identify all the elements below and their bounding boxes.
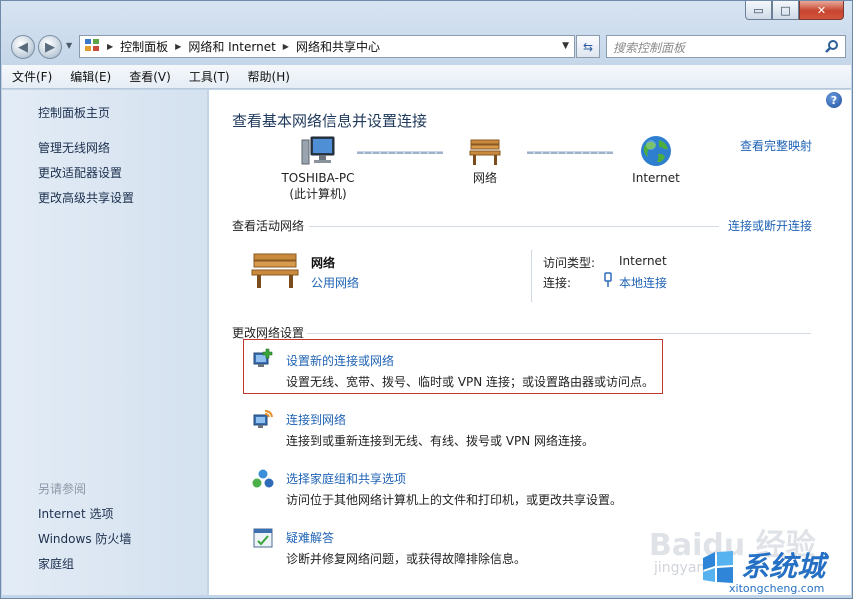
active-network-name: 网络 (311, 256, 336, 270)
homegroup-sharing-link[interactable]: 选择家庭组和共享选项 (286, 470, 406, 487)
menu-tools[interactable]: 工具(T) (187, 66, 232, 87)
connection-line (527, 151, 613, 154)
xitongcheng-watermark: 系统城 (741, 550, 826, 583)
arrow-right-icon: ▶ (45, 39, 55, 55)
menu-edit[interactable]: 编辑(E) (68, 66, 113, 87)
address-bar[interactable]: ▶ 控制面板 ▶ 网络和 Internet ▶ 网络和共享中心 ▼ (79, 35, 575, 58)
access-type-value: Internet (619, 254, 667, 268)
navigation-bar: ◀ ▶ ▼ ▶ 控制面板 ▶ 网络和 Internet ▶ 网络和共享中心 ▼ … (9, 31, 846, 61)
search-input[interactable]: 搜索控制面板 (606, 35, 846, 58)
menu-view[interactable]: 查看(V) (127, 66, 173, 87)
troubleshoot-link[interactable]: 疑难解答 (286, 529, 334, 546)
back-button[interactable]: ◀ (11, 35, 35, 59)
breadcrumb-network-internet[interactable]: 网络和 Internet (188, 38, 275, 55)
node-label: 网络 (472, 171, 497, 185)
recent-pages-dropdown[interactable]: ▼ (66, 41, 72, 50)
connect-disconnect-link[interactable]: 连接或断开连接 (728, 217, 812, 234)
sidebar-item-advanced-sharing[interactable]: 更改高级共享设置 (38, 189, 134, 206)
maximize-button[interactable]: □ (772, 1, 799, 20)
sidebar-item-adapter-settings[interactable]: 更改适配器设置 (38, 164, 122, 181)
access-type-label: 访问类型: (543, 256, 596, 270)
breadcrumb-separator-icon[interactable]: ▶ (107, 42, 113, 51)
troubleshoot-desc: 诊断并修复网络问题，或获得故障排除信息。 (286, 552, 527, 566)
node-label: Internet (632, 171, 680, 185)
connect-to-network-link[interactable]: 连接到网络 (286, 411, 346, 428)
control-panel-window: ▭ □ ✕ ◀ ▶ ▼ ▶ 控制面板 ▶ 网络和 Internet ▶ 网络和共… (0, 0, 853, 599)
arrow-left-icon: ◀ (18, 39, 28, 55)
breadcrumb-separator-icon[interactable]: ▶ (283, 42, 289, 51)
bench-network-icon (453, 134, 517, 170)
setup-connection-desc: 设置无线、宽带、拨号、临时或 VPN 连接；或设置路由器或访问点。 (286, 375, 655, 389)
page-title: 查看基本网络信息并设置连接 (232, 112, 428, 130)
baidu-watermark-sub: jingyan (654, 560, 706, 576)
node-internet[interactable]: Internet (621, 134, 691, 186)
refresh-button[interactable]: ⇆ (576, 35, 600, 58)
sidebar: 控制面板主页 管理无线网络 更改适配器设置 更改高级共享设置 另请参阅 Inte… (2, 90, 208, 595)
connect-to-network-desc: 连接到或重新连接到无线、有线、拨号或 VPN 网络连接。 (286, 434, 595, 448)
close-button[interactable]: ✕ (799, 1, 844, 20)
control-panel-icon (84, 37, 100, 56)
menu-help[interactable]: 帮助(H) (246, 66, 292, 87)
refresh-icon: ⇆ (582, 39, 594, 54)
ethernet-icon (603, 272, 613, 291)
homegroup-icon (252, 468, 274, 490)
globe-icon (621, 134, 691, 170)
view-full-map-link[interactable]: 查看完整映射 (740, 137, 812, 154)
setup-connection-link[interactable]: 设置新的连接或网络 (286, 352, 394, 369)
local-connection-link[interactable]: 本地连接 (619, 274, 667, 291)
breadcrumb-separator-icon[interactable]: ▶ (175, 42, 181, 51)
network-type-link[interactable]: 公用网络 (311, 274, 359, 291)
menu-bar: 文件(F) 编辑(E) 查看(V) 工具(T) 帮助(H) (2, 65, 851, 89)
connect-network-icon (252, 408, 274, 430)
help-icon[interactable]: ? (826, 92, 842, 108)
connection-label: 连接: (543, 276, 572, 290)
new-connection-icon (252, 348, 274, 370)
node-sublabel: (此计算机) (289, 187, 347, 201)
computer-icon (269, 134, 367, 170)
forward-button[interactable]: ▶ (38, 35, 62, 59)
breadcrumb-sharing-center[interactable]: 网络和共享中心 (296, 38, 380, 55)
vertical-divider (531, 250, 532, 302)
section-divider (307, 333, 811, 334)
node-label: TOSHIBA-PC (281, 171, 355, 185)
section-divider (309, 226, 719, 227)
see-also-heading: 另请参阅 (38, 482, 87, 496)
menu-file[interactable]: 文件(F) (10, 66, 54, 87)
node-network[interactable]: 网络 (453, 134, 517, 186)
homegroup-sharing-desc: 访问位于其他网络计算机上的文件和打印机，或更改共享设置。 (286, 493, 623, 507)
xitongcheng-url: xitongcheng.com (729, 582, 825, 595)
caption-buttons: ▭ □ ✕ (745, 1, 844, 20)
sidebar-item-homegroup[interactable]: 家庭组 (38, 555, 74, 572)
active-networks-title: 查看活动网络 (232, 219, 305, 233)
sidebar-item-control-panel-home[interactable]: 控制面板主页 (38, 104, 110, 121)
search-icon[interactable] (825, 39, 839, 56)
sidebar-item-manage-wireless[interactable]: 管理无线网络 (38, 139, 110, 156)
sidebar-item-windows-firewall[interactable]: Windows 防火墙 (38, 530, 131, 547)
address-dropdown-icon[interactable]: ▼ (562, 41, 569, 51)
search-placeholder: 搜索控制面板 (613, 41, 686, 55)
minimize-button[interactable]: ▭ (745, 1, 772, 20)
main-content: ? 查看基本网络信息并设置连接 查看完整映射 TOSHIBA-PC (此计算机) (209, 90, 851, 595)
node-this-computer[interactable]: TOSHIBA-PC (此计算机) (269, 134, 367, 202)
connection-line (357, 151, 443, 154)
sidebar-item-internet-options[interactable]: Internet 选项 (38, 505, 113, 522)
breadcrumb-control-panel[interactable]: 控制面板 (120, 38, 168, 55)
bench-network-icon (249, 248, 301, 293)
troubleshoot-icon (252, 527, 274, 549)
